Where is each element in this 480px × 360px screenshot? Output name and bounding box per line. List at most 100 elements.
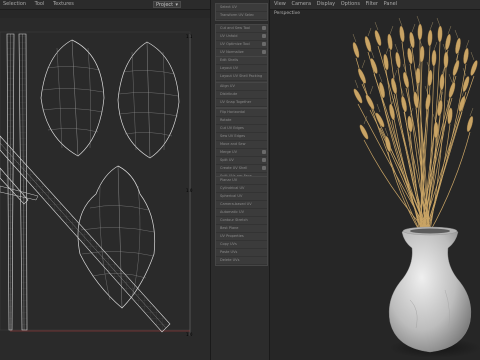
wheat-ear [448,82,456,98]
tool-item[interactable]: Sew UV Edges [216,133,267,141]
tool-item[interactable]: Delete UVs [216,257,267,265]
tool-item-label: UV Unfold [220,34,238,38]
uv-editor-panel: Selection Tool Textures Project ▾ 1.1 1.… [0,0,210,360]
tool-item[interactable]: Layout UV Shell Packing [216,73,267,81]
wheat-awn [448,73,453,83]
wheat-awn [374,21,379,31]
tool-item[interactable]: Create UV Shell [216,165,267,173]
wheat-stem [426,63,467,233]
tool-item-label: Merge UV [220,150,237,154]
wheat-ear [455,37,461,55]
tool-item[interactable]: Planar UV [216,177,267,185]
wheat-ear [353,88,363,104]
tool-options-icon[interactable] [262,50,266,54]
tool-options-icon[interactable] [262,158,266,162]
chevron-down-icon: ▾ [175,2,178,8]
tool-item[interactable]: Automatic UV [216,209,267,217]
tool-item[interactable]: Transform UV Selec [216,12,267,20]
wheat-ear [403,72,409,88]
tool-item-label: Flip Horizontal [220,110,246,114]
tool-options-icon[interactable] [262,42,266,46]
menu-camera[interactable]: Camera [291,0,311,9]
tool-item[interactable]: UV Snap Together [216,99,267,107]
wheat-ear [466,116,474,132]
menu-view[interactable]: View [274,0,286,9]
tool-item[interactable]: Cylindrical UV [216,185,267,193]
wheat-awn [470,51,475,61]
tool-item[interactable]: Merge UV [216,149,267,157]
tool-item[interactable]: UV Unfold [216,33,267,41]
tool-item-label: UV Snap Together [220,100,252,104]
tool-item[interactable]: Layout UV [216,65,267,73]
tool-item[interactable]: UV Properties [216,233,267,241]
stem-shell-right [18,33,28,331]
menu-textures[interactable]: Textures [53,0,74,9]
tool-options-icon[interactable] [262,150,266,154]
wheat-stem [369,109,424,233]
wheat-ear [417,23,423,41]
wheat-awn [370,49,375,59]
tool-item-label: Select UV [220,5,237,9]
uv-canvas[interactable]: 1.1 1.0 1.0 [0,18,210,360]
project-dropdown[interactable]: Project ▾ [153,1,181,8]
wheat-awn [416,15,421,25]
tool-options-icon[interactable] [262,34,266,38]
menu-filter[interactable]: Filter [366,0,378,9]
tool-item[interactable]: Edit Shells [216,57,267,65]
tool-item-label: Transform UV Selec [220,13,255,17]
wheat-ear [415,67,421,85]
menu-options[interactable]: Options [341,0,360,9]
tool-item[interactable]: Best Plane [216,225,267,233]
tool-item[interactable]: Cut UV Edges [216,125,267,133]
wheat-awn [433,41,438,51]
tool-item[interactable]: UV Optimize Tool [216,41,267,49]
tool-item[interactable]: Align UV [216,83,267,91]
wheat-ear [443,51,449,69]
tool-item[interactable]: Copy UVs [216,241,267,249]
tick-label-bottom: 1.0 [186,332,193,337]
tool-item[interactable]: Contour Stretch [216,217,267,225]
tool-item[interactable]: Flip Horizontal [216,109,267,117]
tool-group-4: Align UV Distribute UV Snap Together [215,82,268,108]
tool-item-label: Distribute [220,92,238,96]
wheat-ear [401,96,407,112]
tick-label-top: 1.1 [186,34,193,39]
tool-group-1: Select UV Transform UV Selec [215,3,268,21]
wheat-ear [463,47,469,65]
wheat-awn [465,39,470,49]
uv-toolbar [0,10,210,18]
perspective-viewport[interactable]: View Camera Display Options Filter Panel… [270,0,480,360]
wheat-ear [365,94,375,110]
tool-item[interactable]: Paste UVs [216,249,267,257]
wheat-awn [378,73,383,83]
tool-item[interactable]: Split UV [216,157,267,165]
tool-item[interactable]: Spherical UV [216,193,267,201]
wheat-ear [437,99,443,117]
wheat-awn [469,107,474,117]
tool-item[interactable]: Cut and Sew Tool [216,25,267,33]
tool-item-label: Move and Sew [220,142,246,146]
tool-item[interactable]: Rotate [216,117,267,125]
wheat-awn [384,127,389,137]
tool-item[interactable]: Distribute [216,91,267,99]
wheat-ear [431,49,437,67]
menu-panel[interactable]: Panel [384,0,398,9]
viewport-scene [352,15,480,358]
wheat-ear [395,51,401,69]
tool-item[interactable]: Camera-based UV [216,201,267,209]
menu-selection[interactable]: Selection [3,0,26,9]
tool-item-label: Split UV [220,158,234,162]
menu-display[interactable]: Display [317,0,335,9]
tool-options-icon[interactable] [262,26,266,30]
tool-item-label: Delete UVs [220,258,240,262]
wheat-awn [398,17,403,27]
tool-options-icon[interactable] [262,166,266,170]
grain-shell-2 [117,41,180,159]
wheat-ear [425,93,431,111]
wheat-ear [470,60,478,76]
menu-tool[interactable]: Tool [35,0,45,9]
tool-item[interactable]: Move and Sew [216,141,267,149]
tool-item[interactable]: Select UV [216,4,267,12]
project-dropdown-value: Project [156,2,174,8]
wheat-ear [437,25,443,43]
